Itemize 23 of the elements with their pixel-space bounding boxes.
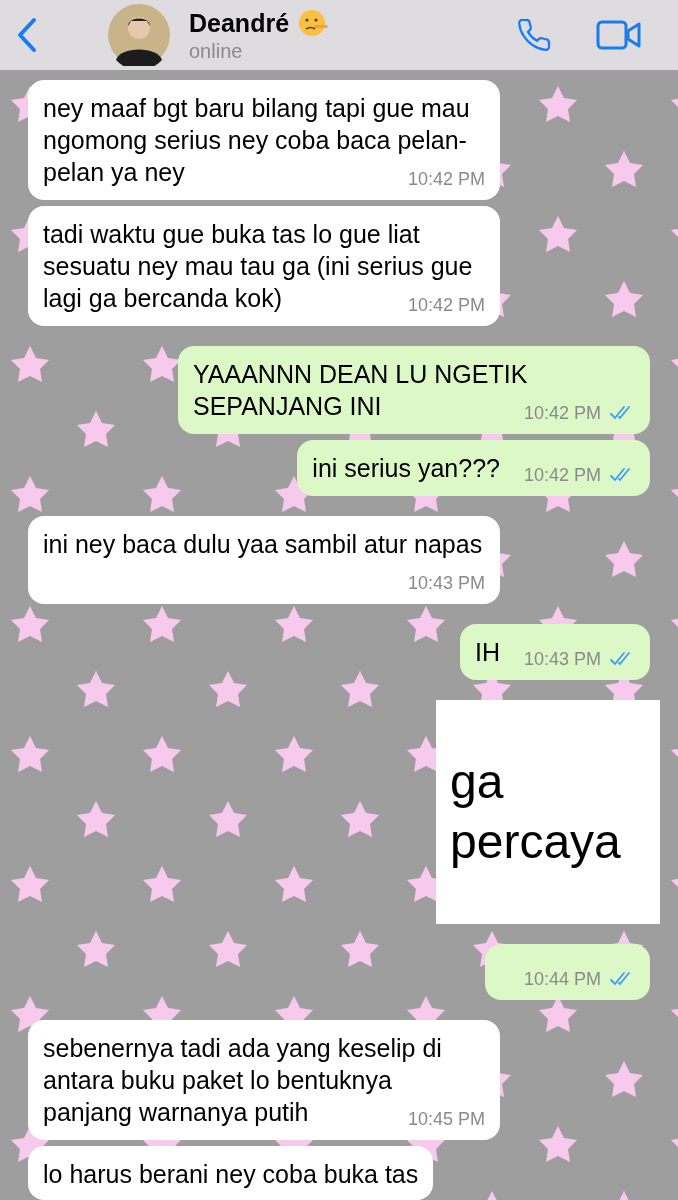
phone-icon[interactable]	[516, 17, 552, 53]
message-bubble: tadi waktu gue buka tas lo gue liat sesuatu ney mau tau ga (ini serius gue lagi ga bercanda kok) 10:42 PM	[28, 206, 500, 326]
message-time: 10:42 PM	[523, 464, 635, 486]
message-time: 10:44 PM	[523, 968, 635, 990]
avatar[interactable]	[108, 4, 170, 66]
message-bubble: IH 10:43 PM	[459, 624, 650, 680]
message-time: 10:42 PM	[523, 402, 635, 424]
contact-status: online	[189, 39, 244, 63]
message-bubble: sebenernya tadi ada yang keselip di antara buku paket lo bentuknya panjang warnanya putih 10:45 PM	[28, 1020, 500, 1140]
message-time: 10:43 PM	[523, 648, 635, 670]
message-time: 10:42 PM	[407, 168, 485, 190]
contact-name[interactable]: Deandré	[189, 8, 290, 38]
message-time: 10:42 PM	[407, 294, 485, 316]
video-call-icon[interactable]	[596, 19, 642, 51]
message-bubble: lo harus berani ney coba buka tas	[28, 1146, 434, 1200]
message-bubble: ini serius yan??? 10:42 PM	[297, 440, 650, 496]
message-time: 10:45 PM	[407, 1108, 485, 1130]
message-bubble: ney maaf bgt baru bilang tapi gue mau ngomong serius ney coba baca pelan-pelan ya ney 10:42 PM	[28, 80, 500, 200]
sticker[interactable]: ga percaya	[436, 700, 660, 924]
emoji-icon	[297, 7, 330, 39]
message-bubble: ini ney baca dulu yaa sambil atur napas 10:43 PM	[28, 516, 500, 604]
message-bubble: YAAANNN DEAN LU NGETIK SEPANJANG INI 10:42 PM	[178, 346, 650, 434]
message-time: 10:43 PM	[407, 572, 485, 594]
